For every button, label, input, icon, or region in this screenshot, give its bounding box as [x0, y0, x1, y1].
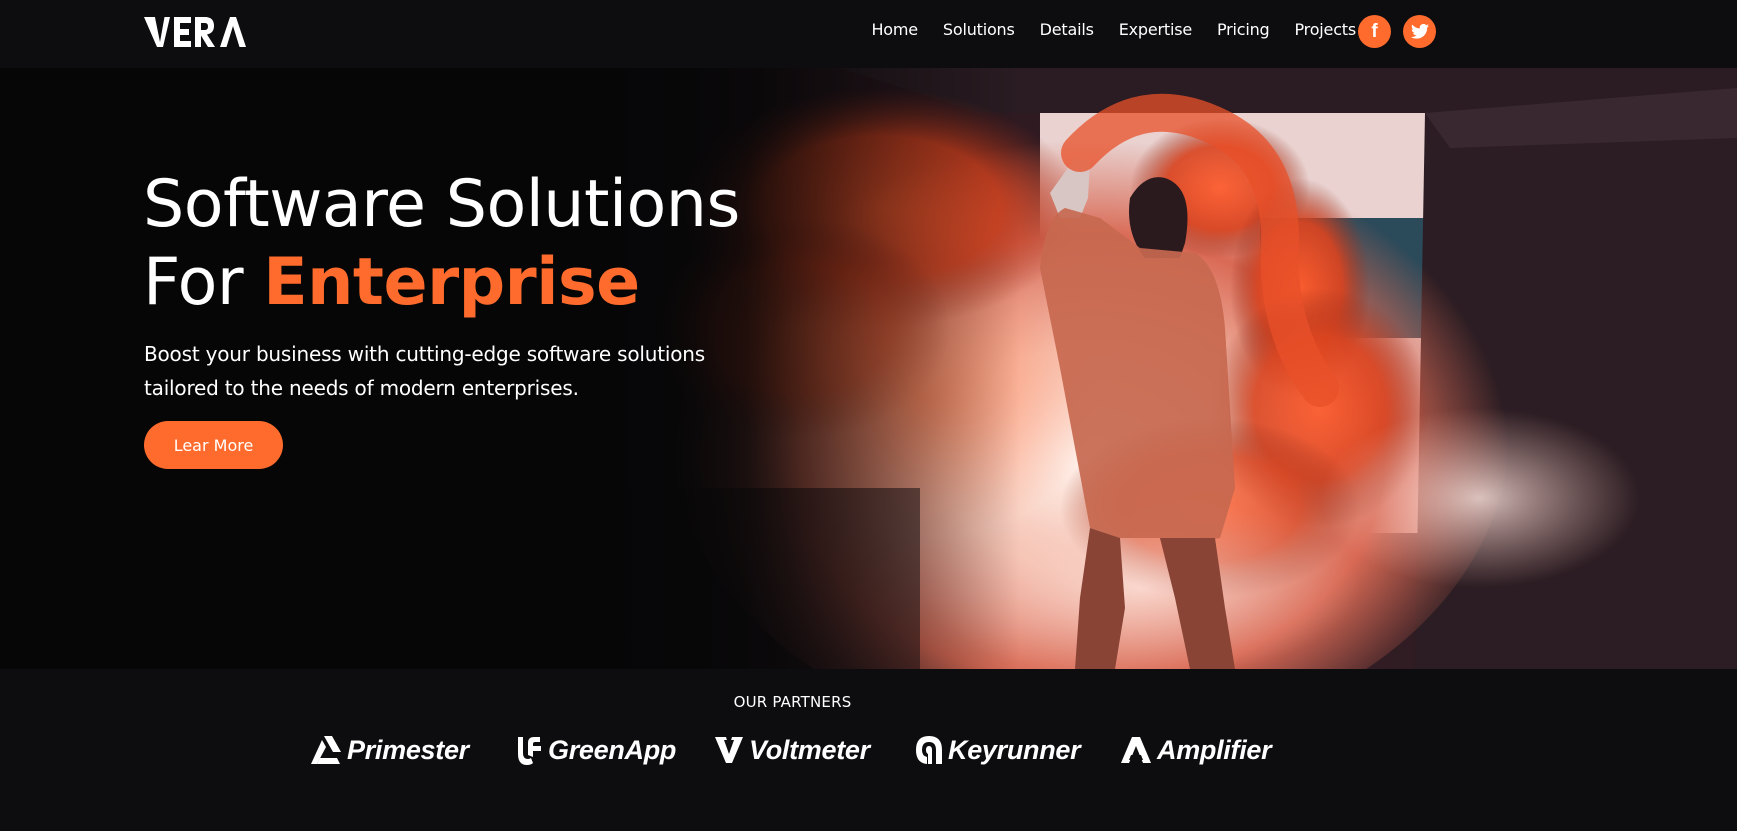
keyrunner-logo-icon: [916, 736, 942, 764]
facebook-icon: f: [1371, 20, 1378, 42]
partner-voltmeter[interactable]: Voltmeter: [715, 733, 870, 767]
vera-logo-icon: [144, 17, 246, 47]
hero-title-for: For: [143, 245, 264, 320]
nav-link-projects[interactable]: Projects: [1295, 18, 1357, 42]
hero-title-accent: Enterprise: [263, 245, 640, 320]
partner-primester[interactable]: Primester: [311, 733, 469, 767]
primester-logo-icon: [311, 736, 341, 764]
social-links: f: [1358, 15, 1436, 48]
partners-section: OUR PARTNERS Primester GreenApp Voltmete…: [0, 669, 1737, 831]
partner-keyrunner[interactable]: Keyrunner: [916, 733, 1081, 767]
partner-name: Amplifier: [1157, 734, 1272, 765]
amplifier-logo-icon: [1121, 737, 1151, 763]
vera-logo[interactable]: [144, 16, 246, 48]
facebook-button[interactable]: f: [1358, 15, 1391, 48]
partner-name: Primester: [347, 734, 469, 765]
partner-name: Keyrunner: [948, 734, 1081, 765]
partner-name: Voltmeter: [749, 734, 870, 765]
nav-link-expertise[interactable]: Expertise: [1119, 18, 1192, 42]
partners-title: OUR PARTNERS: [733, 693, 852, 711]
nav-link-solutions[interactable]: Solutions: [943, 18, 1015, 42]
hero-title-line1: Software Solutions: [143, 167, 740, 242]
greenapp-logo-icon: [518, 737, 541, 765]
partner-name: GreenApp: [548, 734, 677, 765]
hero-subtitle: Boost your business with cutting-edge so…: [144, 342, 705, 400]
twitter-button[interactable]: [1403, 15, 1436, 48]
nav-link-pricing[interactable]: Pricing: [1217, 18, 1270, 42]
learn-more-button[interactable]: Lear More: [144, 421, 283, 469]
twitter-icon: [1410, 24, 1429, 39]
nav-link-details[interactable]: Details: [1040, 18, 1094, 42]
voltmeter-logo-icon: [715, 737, 743, 763]
hero-title: Software Solutions For Enterprise: [143, 166, 740, 322]
nav-link-home[interactable]: Home: [871, 18, 918, 42]
main-nav: Home Solutions Details Expertise Pricing…: [871, 18, 1356, 42]
navbar: Home Solutions Details Expertise Pricing…: [0, 0, 1737, 68]
partner-greenapp[interactable]: GreenApp: [516, 733, 676, 767]
partner-amplifier[interactable]: Amplifier: [1121, 733, 1272, 767]
hero-section: Software Solutions For Enterprise Boost …: [0, 68, 1737, 669]
